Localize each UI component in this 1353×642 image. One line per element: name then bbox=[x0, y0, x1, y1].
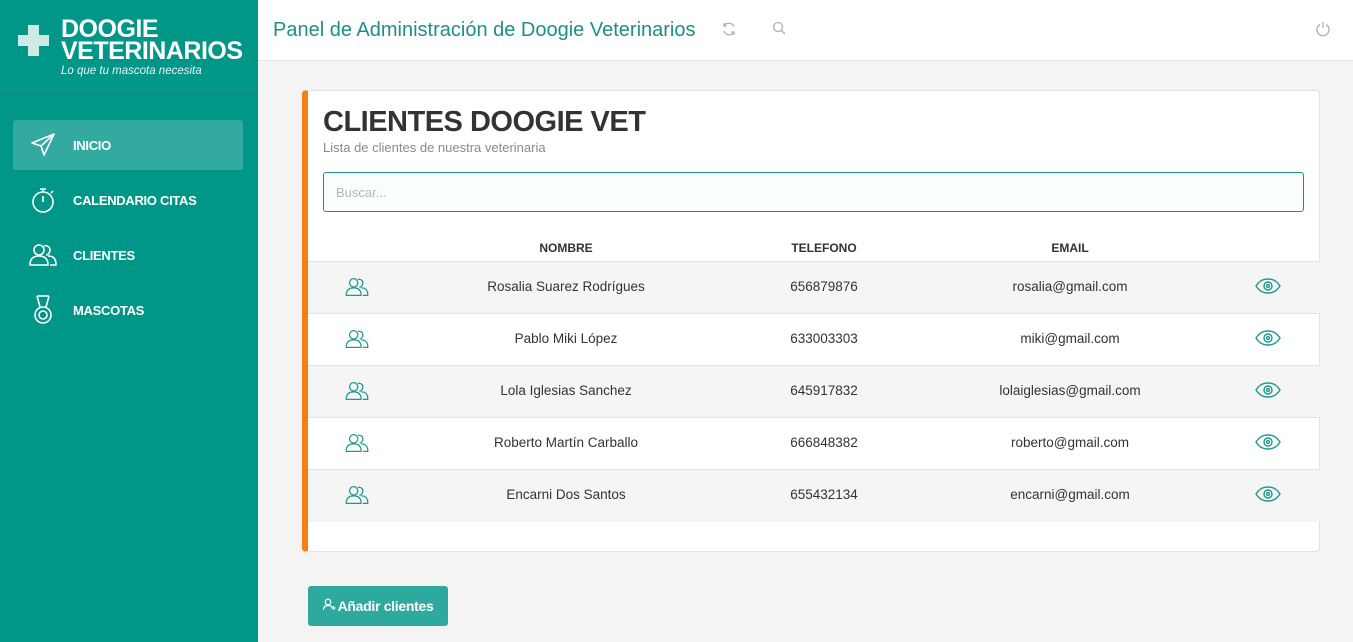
view-icon[interactable] bbox=[1255, 278, 1281, 297]
users-icon bbox=[345, 485, 369, 508]
users-icon bbox=[345, 329, 369, 352]
client-email: encarni@gmail.com bbox=[1010, 487, 1130, 502]
sidebar: DOOGIE VETERINARIOS Lo que tu mascota ne… bbox=[0, 0, 258, 642]
table-row[interactable]: Encarni Dos Santos 655432134 encarni@gmail… bbox=[308, 470, 1320, 522]
users-icon bbox=[345, 381, 369, 404]
sidebar-item-label: CALENDARIO CITAS bbox=[73, 192, 197, 208]
column-header-email: EMAIL bbox=[1051, 241, 1089, 255]
client-phone: 633003303 bbox=[790, 331, 858, 346]
sidebar-item-label: MASCOTAS bbox=[73, 302, 145, 318]
client-phone: 645917832 bbox=[790, 383, 858, 398]
users-icon bbox=[345, 277, 369, 300]
view-icon[interactable] bbox=[1255, 382, 1281, 401]
sidebar-item-label: INICIO bbox=[73, 137, 111, 153]
client-email: lolaiglesias@gmail.com bbox=[999, 383, 1141, 398]
sidebar-item-calendario-citas[interactable]: CALENDARIO CITAS bbox=[13, 175, 243, 225]
sidebar-item-inicio[interactable]: INICIO bbox=[13, 120, 243, 170]
card-subtitle: Lista de clientes de nuestra veterinaria bbox=[323, 140, 546, 155]
client-email: roberto@gmail.com bbox=[1011, 435, 1129, 450]
client-email: rosalia@gmail.com bbox=[1012, 279, 1128, 294]
column-header-telefono: TELEFONO bbox=[791, 241, 857, 255]
client-phone: 655432134 bbox=[790, 487, 858, 502]
sidebar-item-clientes[interactable]: CLIENTES bbox=[13, 230, 243, 280]
page-title: Panel de Administración de Doogie Veteri… bbox=[273, 19, 696, 41]
refresh-icon[interactable] bbox=[721, 21, 737, 42]
client-name: Lola Iglesias Sanchez bbox=[500, 383, 632, 398]
brand-logo[interactable]: DOOGIE VETERINARIOS Lo que tu mascota ne… bbox=[0, 0, 258, 95]
client-name: Rosalia Suarez Rodrígues bbox=[487, 279, 645, 294]
add-user-icon bbox=[322, 598, 336, 614]
search-icon[interactable] bbox=[772, 21, 787, 41]
card-title: CLIENTES DOOGIE VET bbox=[323, 106, 646, 138]
client-name: Roberto Martín Carballo bbox=[493, 435, 639, 450]
view-icon[interactable] bbox=[1255, 486, 1281, 505]
sidebar-item-label: CLIENTES bbox=[73, 247, 135, 263]
search-input[interactable] bbox=[323, 172, 1304, 212]
table-header: NOMBRE TELEFONO EMAIL bbox=[308, 231, 1320, 262]
client-phone: 666848382 bbox=[790, 435, 858, 450]
users-icon bbox=[345, 433, 369, 456]
users-icon bbox=[13, 243, 73, 267]
power-icon[interactable] bbox=[1315, 21, 1331, 42]
add-client-button[interactable]: Añadir clientes bbox=[308, 586, 448, 626]
client-phone: 656879876 bbox=[790, 279, 858, 294]
paper-plane-icon bbox=[13, 132, 73, 158]
table-row[interactable]: Roberto Martín Carballo 666848382 roberto@… bbox=[308, 418, 1320, 470]
table-row[interactable]: Rosalia Suarez Rodrígues 656879876 rosalia… bbox=[308, 262, 1320, 314]
add-client-label: Añadir clientes bbox=[337, 598, 434, 614]
client-name: Pablo Miki López bbox=[514, 331, 618, 346]
brand-name: DOOGIE VETERINARIOS bbox=[61, 15, 243, 65]
medal-icon bbox=[13, 295, 73, 325]
clients-card: CLIENTES DOOGIE VET Lista de clientes de… bbox=[302, 90, 1320, 552]
topbar: Panel de Administración de Doogie Veteri… bbox=[258, 0, 1353, 61]
sidebar-nav: INICIO CALENDARIO CITAS CLIENTES MASCOTA… bbox=[13, 120, 243, 340]
column-header-nombre: NOMBRE bbox=[539, 241, 593, 255]
brand-tagline: Lo que tu mascota necesita bbox=[61, 65, 202, 77]
stopwatch-icon bbox=[13, 186, 73, 214]
table-row[interactable]: Pablo Miki López 633003303 miki@gmail.com bbox=[308, 314, 1320, 366]
view-icon[interactable] bbox=[1255, 330, 1281, 349]
view-icon[interactable] bbox=[1255, 434, 1281, 453]
medical-cross-icon bbox=[18, 25, 49, 56]
table-row[interactable]: Lola Iglesias Sanchez 645917832 lolaiglesi… bbox=[308, 366, 1320, 418]
client-email: miki@gmail.com bbox=[1020, 331, 1120, 346]
clients-table-body: Rosalia Suarez Rodrígues 656879876 rosalia… bbox=[308, 262, 1320, 522]
client-name: Encarni Dos Santos bbox=[506, 487, 626, 502]
sidebar-item-mascotas[interactable]: MASCOTAS bbox=[13, 285, 243, 335]
